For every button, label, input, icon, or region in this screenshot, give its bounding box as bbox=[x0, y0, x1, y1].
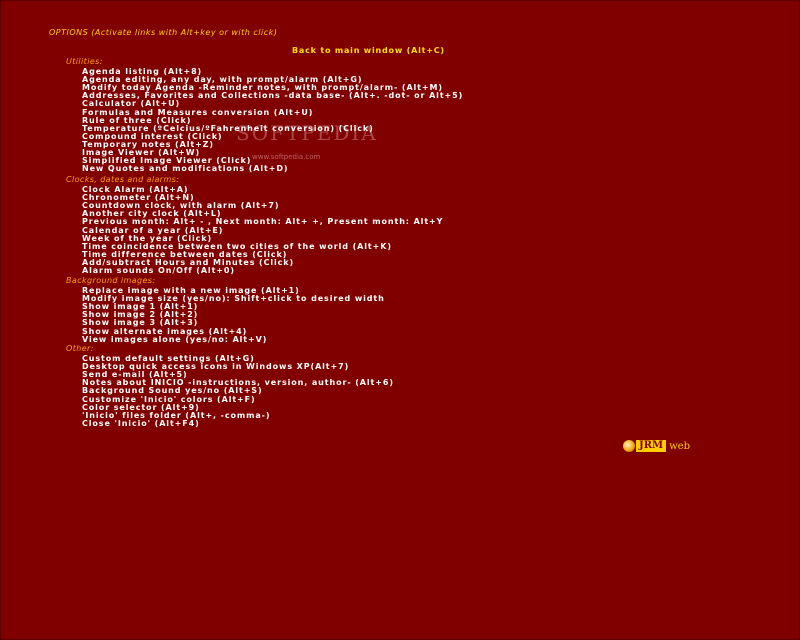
section-label: Background images: bbox=[66, 276, 156, 285]
softpedia-watermark-url: www.softpedia.com bbox=[252, 153, 321, 161]
section-label: Other: bbox=[66, 344, 94, 353]
window-frame: OPTIONS (Activate links with Alt+key or … bbox=[0, 0, 800, 640]
option-link[interactable]: Alarm sounds On/Off (Alt+0) bbox=[82, 266, 235, 275]
logo-text: JRM bbox=[636, 440, 667, 452]
options-title: OPTIONS (Activate links with Alt+key or … bbox=[49, 28, 278, 37]
jrm-web-logo[interactable]: JRM web bbox=[623, 439, 690, 453]
option-link[interactable]: New Quotes and modifications (Alt+D) bbox=[82, 164, 288, 173]
back-to-main-link[interactable]: Back to main window (Alt+C) bbox=[292, 46, 445, 55]
section-label: Utilities: bbox=[66, 57, 103, 66]
option-link[interactable]: View images alone (yes/no: Alt+V) bbox=[82, 335, 267, 344]
option-link[interactable]: Close 'Inicio' (Alt+F4) bbox=[82, 419, 200, 428]
section-label: Clocks, dates and alarms: bbox=[66, 175, 180, 184]
logo-suffix: web bbox=[669, 440, 691, 452]
jrm-logo-icon bbox=[623, 440, 635, 452]
